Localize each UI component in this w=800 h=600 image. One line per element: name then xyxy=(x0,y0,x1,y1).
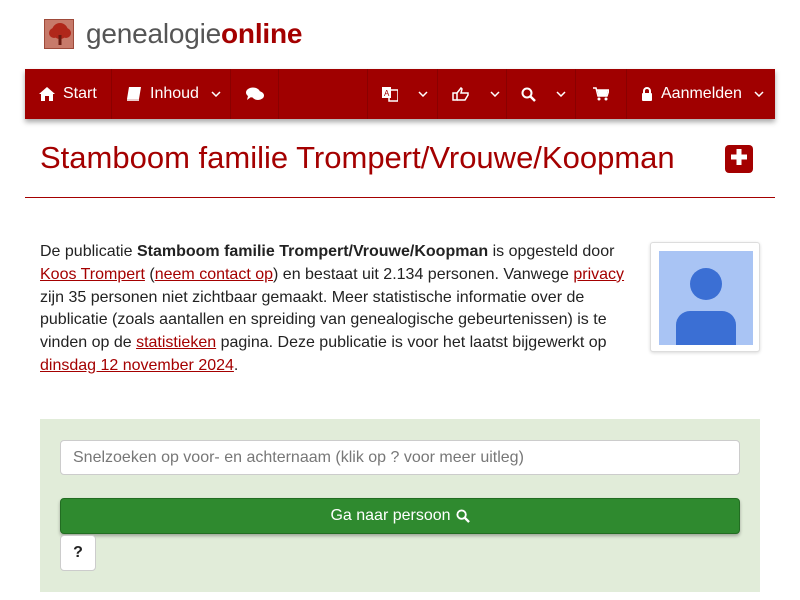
nav-language[interactable]: A xyxy=(368,69,438,119)
cart-icon xyxy=(593,87,609,101)
plus-icon xyxy=(730,148,748,171)
search-icon xyxy=(521,87,536,102)
author-avatar-frame[interactable] xyxy=(650,242,760,352)
chevron-down-icon xyxy=(754,91,764,97)
search-input[interactable] xyxy=(60,440,740,475)
go-to-person-label: Ga naar persoon xyxy=(330,507,451,524)
nav-cart[interactable] xyxy=(576,69,627,119)
chevron-down-icon xyxy=(211,91,221,97)
add-button[interactable] xyxy=(725,145,753,173)
nav-inhoud[interactable]: Inhoud xyxy=(112,69,231,119)
intro-text-3: ( xyxy=(144,265,155,283)
publication-name: Stamboom familie Trompert/Vrouwe/Koopman xyxy=(136,243,489,260)
lock-icon xyxy=(641,87,653,101)
home-icon xyxy=(39,87,55,101)
nav-chat[interactable] xyxy=(231,69,279,119)
nav-aanmelden[interactable]: Aanmelden xyxy=(627,69,775,119)
avatar xyxy=(659,251,753,345)
publication-intro: De publicatie Stamboom familie Trompert/… xyxy=(40,241,640,378)
chevron-down-icon xyxy=(490,91,500,97)
quick-search-panel: Ga naar persoon ? xyxy=(40,419,760,592)
search-help-button[interactable]: ? xyxy=(60,535,96,571)
nav-search[interactable] xyxy=(507,69,576,119)
privacy-link[interactable]: privacy xyxy=(573,266,624,283)
go-to-person-button[interactable]: Ga naar persoon xyxy=(60,498,740,534)
contact-link[interactable]: neem contact op xyxy=(155,266,273,283)
chat-icon xyxy=(246,87,264,101)
chevron-down-icon xyxy=(556,91,566,97)
intro-text-6: pagina. Deze publicatie is voor het laat… xyxy=(216,334,607,352)
person-icon xyxy=(676,268,736,345)
nav-share[interactable] xyxy=(438,69,507,119)
nav-aanmelden-label: Aanmelden xyxy=(661,85,742,102)
translate-icon: A xyxy=(382,86,398,102)
intro-text-4: ) en bestaat uit 2.134 personen. Vanwege xyxy=(273,265,574,283)
tree-logo-icon xyxy=(44,19,74,49)
last-updated-link[interactable]: dinsdag 12 november 2024 xyxy=(40,357,234,374)
share-icon xyxy=(452,87,470,101)
nav-spacer xyxy=(279,69,368,119)
book-icon xyxy=(126,87,142,101)
brand-name: genealogieonline xyxy=(86,18,302,50)
statistics-link[interactable]: statistieken xyxy=(136,334,216,351)
intro-text-2: is opgesteld door xyxy=(488,243,615,260)
svg-text:A: A xyxy=(384,89,390,98)
nav-start-label: Start xyxy=(63,85,97,102)
author-link[interactable]: Koos Trompert xyxy=(40,266,145,283)
site-brand[interactable]: genealogieonline xyxy=(44,18,302,50)
brand-name-part2: online xyxy=(221,18,303,49)
chevron-down-icon xyxy=(418,91,428,97)
nav-inhoud-label: Inhoud xyxy=(150,85,199,102)
main-navbar: Start Inhoud A Aanmelden xyxy=(25,69,775,119)
brand-name-part1: genealogie xyxy=(86,18,222,49)
title-divider xyxy=(25,197,775,198)
page-title: Stamboom familie Trompert/Vrouwe/Koopman xyxy=(40,140,675,175)
nav-start[interactable]: Start xyxy=(25,69,112,119)
intro-text-1: De publicatie xyxy=(40,243,137,260)
search-icon xyxy=(455,509,470,523)
intro-text-7: . xyxy=(233,356,239,374)
